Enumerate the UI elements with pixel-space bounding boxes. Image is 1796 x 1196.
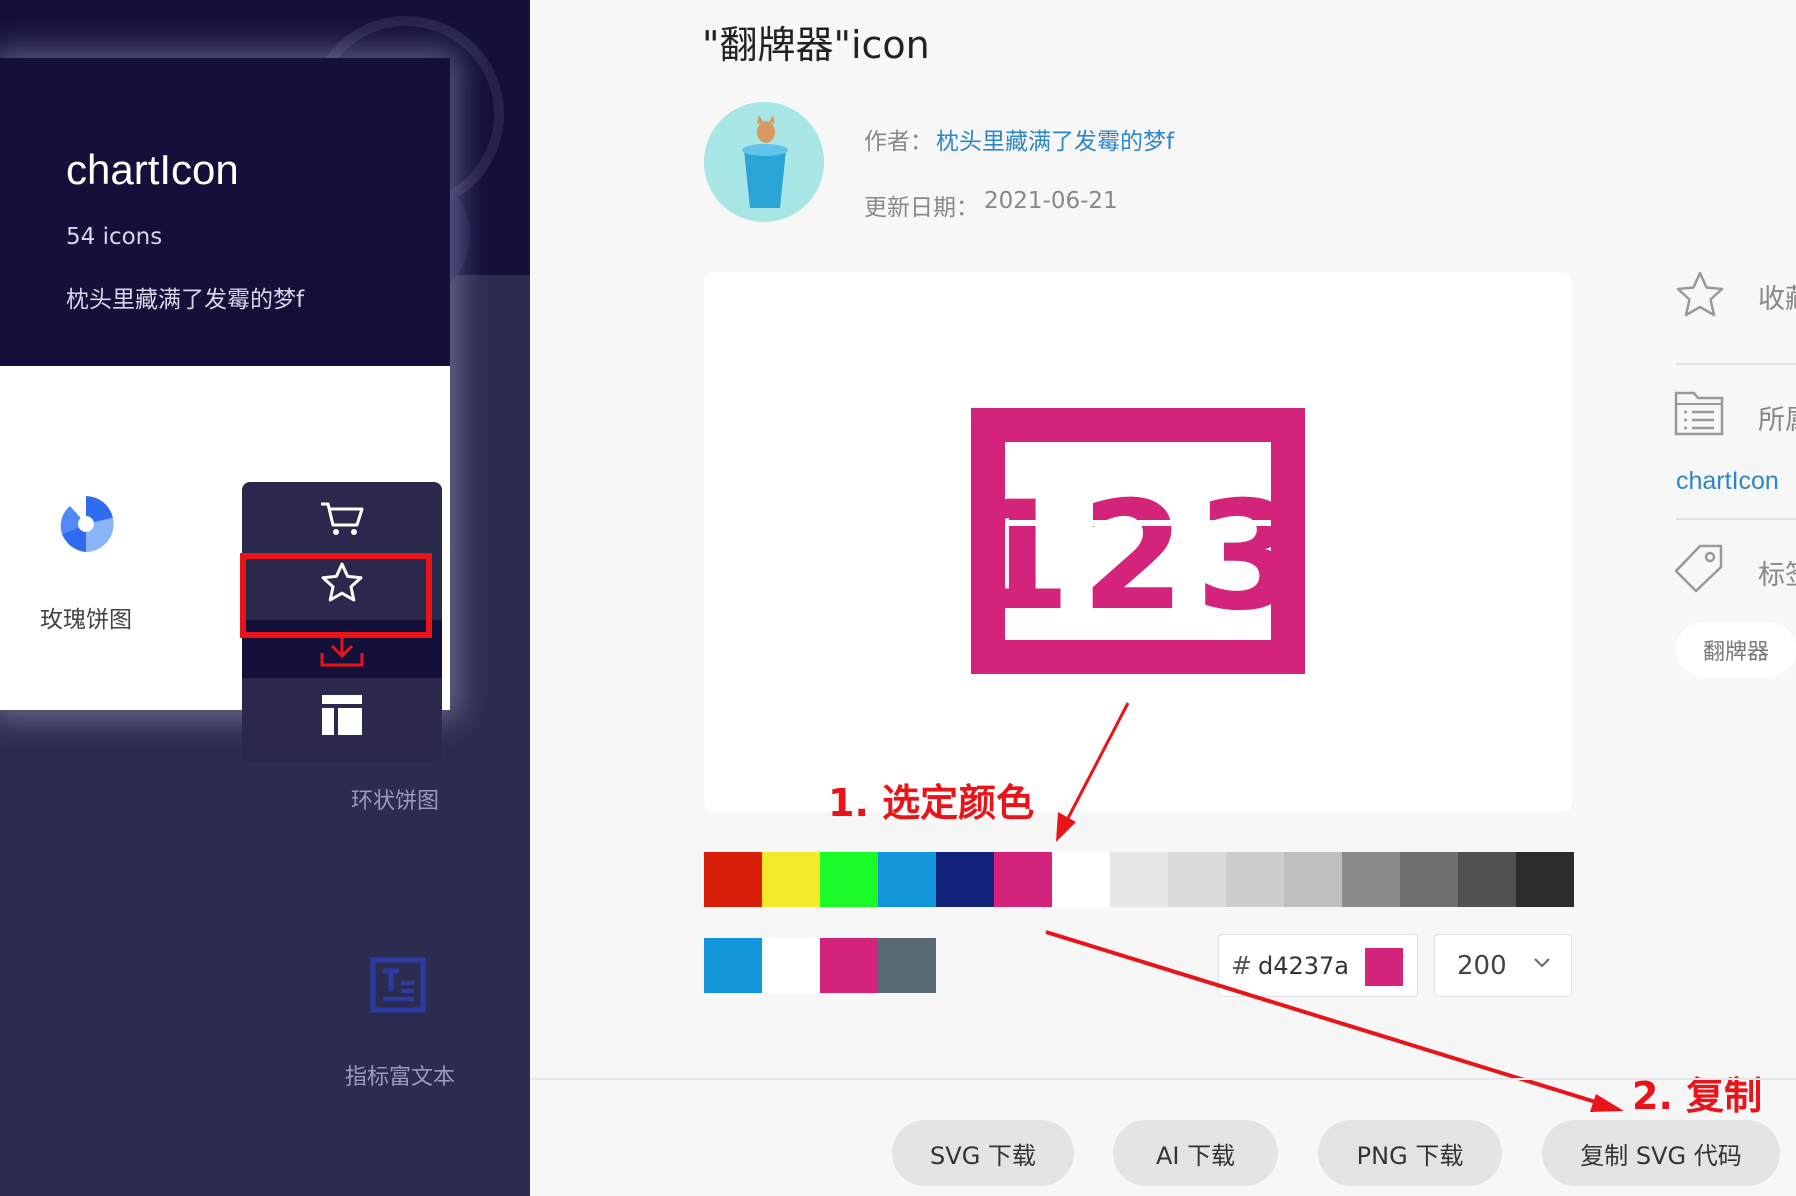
current-color-swatch[interactable]: [1365, 948, 1403, 986]
png-download-button[interactable]: PNG 下载: [1318, 1120, 1502, 1186]
hash-symbol: #: [1231, 951, 1252, 980]
collection-title[interactable]: chartIcon: [66, 146, 239, 194]
color-swatch[interactable]: [762, 852, 820, 907]
sidebar-divider: [1676, 518, 1796, 520]
date-label: 更新日期：: [864, 195, 979, 221]
chevron-down-icon: [1534, 958, 1550, 968]
update-date: 2021-06-21: [984, 188, 1118, 214]
bottom-divider: [530, 1078, 1796, 1080]
collection-count: 54 icons: [66, 224, 163, 250]
avatar[interactable]: [704, 102, 824, 222]
folder-list-icon: [1674, 391, 1724, 436]
sidebar-divider: [1676, 363, 1796, 365]
avatar-image: [704, 102, 824, 222]
tags-label: 标签: [1758, 560, 1796, 591]
collection-card-header: chartIcon 54 icons 枕头里藏满了发霉的梦f: [0, 58, 450, 366]
icon-preview-area: 123: [704, 272, 1572, 812]
annotation-step-1: 1. 选定颜色: [828, 781, 1035, 825]
detail-button[interactable]: [242, 686, 442, 744]
color-swatch[interactable]: [1458, 852, 1516, 907]
add-to-cart-button[interactable]: [242, 490, 442, 548]
author-link[interactable]: 枕头里藏满了发霉的梦f: [936, 122, 1174, 156]
layout-icon: [322, 695, 362, 735]
color-swatch[interactable]: [1226, 852, 1284, 907]
arrowhead-palette: [1056, 812, 1076, 842]
color-swatch[interactable]: [994, 852, 1052, 907]
download-highlight-box: [240, 553, 432, 638]
color-hex-field[interactable]: #: [1218, 934, 1418, 997]
recent-color-swatch[interactable]: [820, 938, 878, 993]
color-swatch[interactable]: [936, 852, 994, 907]
rich-text-icon[interactable]: [370, 957, 426, 1013]
rose-pie-icon[interactable]: [56, 494, 116, 554]
tag-icon: [1674, 544, 1723, 593]
tag-pill[interactable]: 翻牌器: [1676, 622, 1796, 678]
color-swatch[interactable]: [1400, 852, 1458, 907]
flip-counter-icon: 123: [971, 408, 1305, 674]
hex-color-input[interactable]: [1257, 951, 1358, 980]
recent-color-swatch[interactable]: [762, 938, 820, 993]
cart-icon: [321, 502, 364, 535]
recent-colors: [704, 938, 936, 993]
recent-color-swatch[interactable]: [704, 938, 762, 993]
flip-counter-number: 123: [971, 470, 1305, 644]
collection-link[interactable]: chartIcon: [1676, 467, 1779, 496]
rose-pie-label: 玫瑰饼图: [40, 607, 132, 633]
color-swatch[interactable]: [1516, 852, 1574, 907]
copy-svg-code-button[interactable]: 复制 SVG 代码: [1542, 1120, 1780, 1186]
belongs-label: 所属: [1758, 405, 1796, 436]
color-swatch[interactable]: [878, 852, 936, 907]
author-label: 作者：: [864, 129, 933, 155]
arrowhead-copy: [1590, 1094, 1624, 1112]
collection-author: 枕头里藏满了发霉的梦f: [66, 287, 305, 313]
size-value: 200: [1457, 950, 1507, 981]
icon-page-title: "翻牌器"icon: [702, 23, 930, 67]
color-swatch[interactable]: [1342, 852, 1400, 907]
favorite-label[interactable]: 收藏: [1758, 277, 1796, 316]
recent-color-swatch[interactable]: [878, 938, 936, 993]
rich-text-label: 指标富文本: [344, 1065, 455, 1090]
color-palette: [704, 852, 1574, 907]
color-swatch[interactable]: [1168, 852, 1226, 907]
color-swatch[interactable]: [1284, 852, 1342, 907]
color-swatch[interactable]: [820, 852, 878, 907]
svg-download-button[interactable]: SVG 下载: [892, 1120, 1074, 1186]
color-swatch[interactable]: [704, 852, 762, 907]
size-select[interactable]: 200: [1434, 934, 1572, 997]
star-outline-icon[interactable]: [1674, 270, 1726, 320]
ai-download-button[interactable]: AI 下载: [1113, 1120, 1278, 1186]
color-swatch[interactable]: [1110, 852, 1168, 907]
ring-pie-label: 环状饼图: [350, 789, 439, 814]
color-swatch[interactable]: [1052, 852, 1110, 907]
annotation-step-2: 2. 复制: [1632, 1074, 1763, 1118]
